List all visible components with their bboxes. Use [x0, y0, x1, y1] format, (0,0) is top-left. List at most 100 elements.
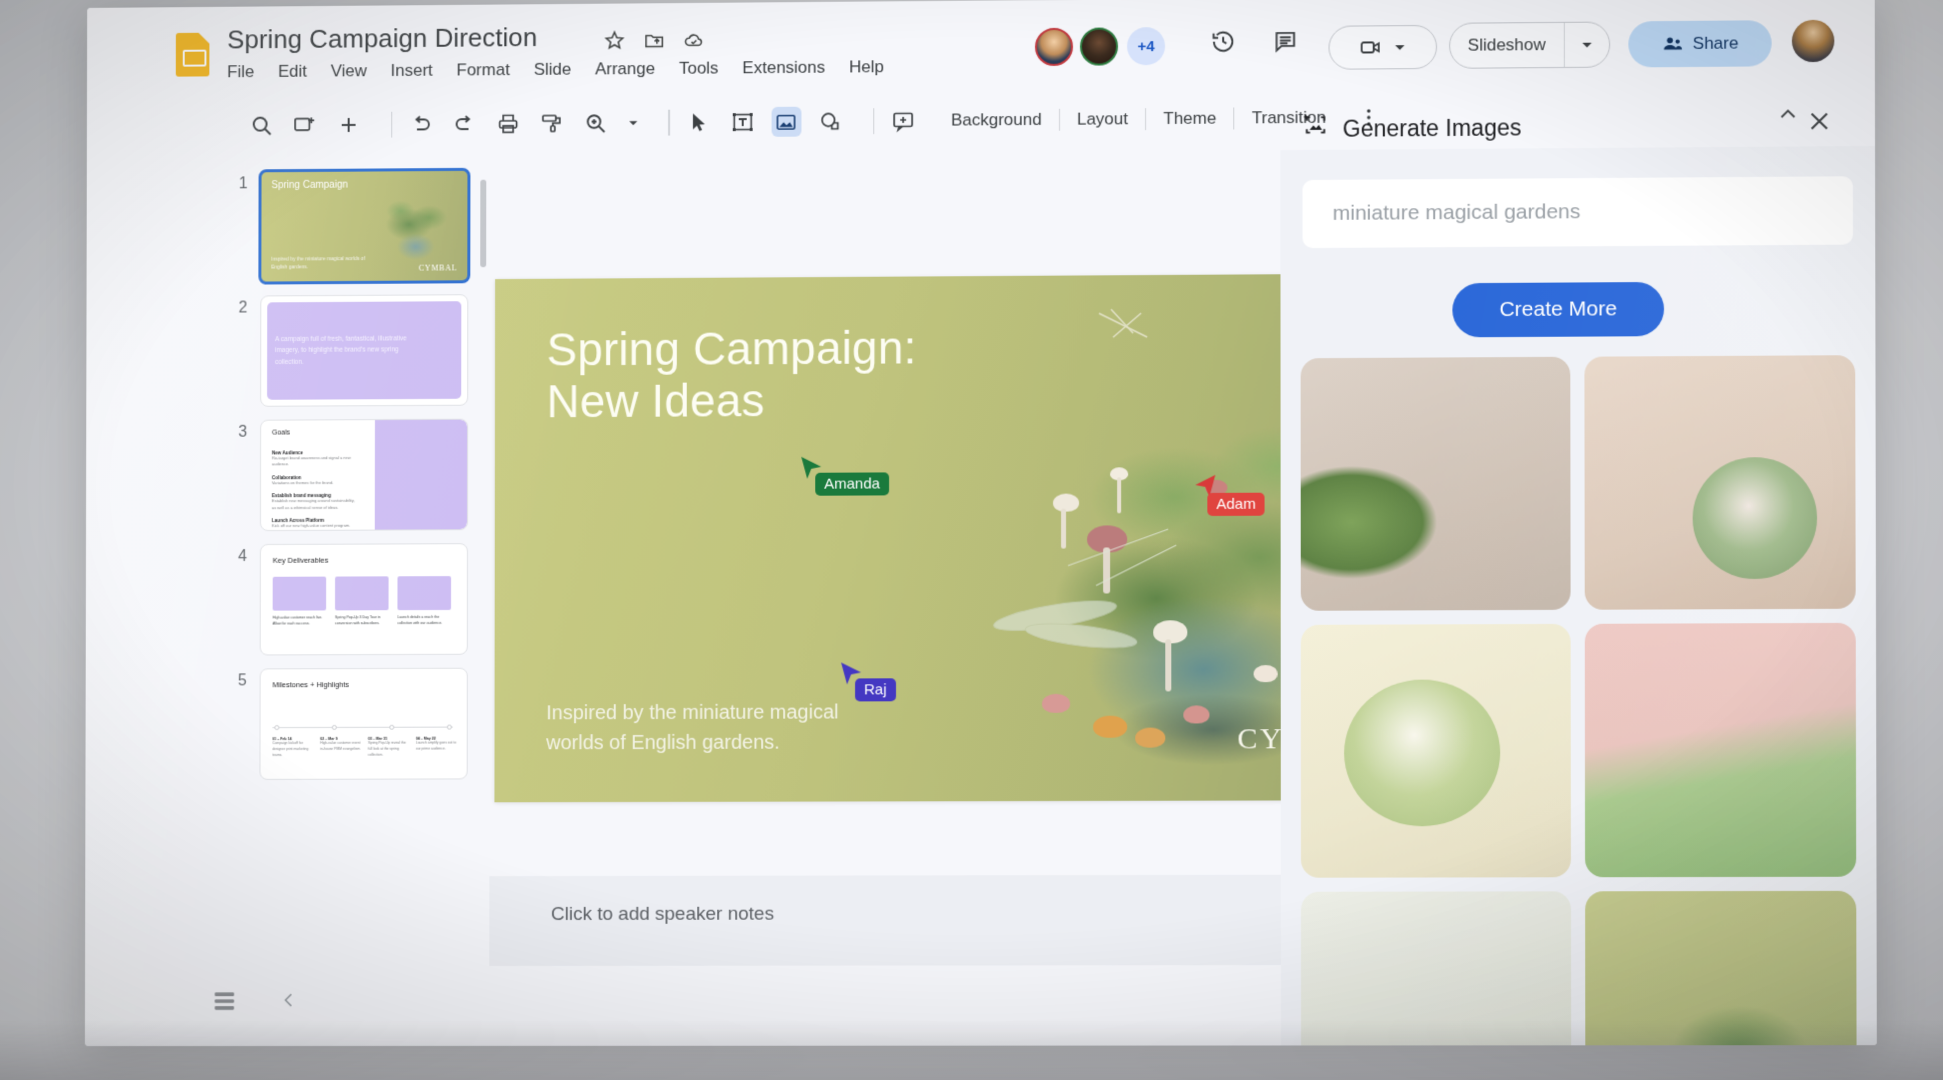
slide-thumbnail-1[interactable]: Spring Campaign Inspired by the miniatur… — [258, 168, 470, 285]
slide-number: 5 — [238, 672, 247, 690]
print-icon[interactable] — [494, 109, 524, 139]
menu-file[interactable]: File — [227, 62, 254, 82]
menu-arrange[interactable]: Arrange — [595, 59, 655, 79]
menu-edit[interactable]: Edit — [278, 62, 307, 82]
card-caption: Launch details a reach the collection wi… — [397, 614, 451, 626]
thumbnail-body: A campaign full of fresh, fantastical, i… — [275, 333, 422, 368]
plus-icon[interactable] — [334, 110, 364, 140]
cursor-label: Amanda — [815, 472, 889, 495]
generated-image-3[interactable] — [1301, 624, 1571, 878]
slide-thumbnail-4[interactable]: Key Deliverables High-value customer rea… — [260, 543, 468, 655]
select-cursor-icon[interactable] — [684, 107, 714, 137]
background-button[interactable]: Background — [934, 110, 1059, 131]
timeline-item: 03 – Mar 31 Spring Pop-Up reveal the ful… — [368, 737, 409, 758]
search-icon[interactable] — [247, 111, 277, 141]
slide-thumbnail-3[interactable]: Goals New Audience Re-target brand aware… — [260, 419, 468, 531]
close-icon[interactable] — [1806, 108, 1832, 134]
collaborator-cursor-amanda: Amanda — [799, 455, 823, 488]
share-button[interactable]: Share — [1628, 20, 1771, 67]
menu-view[interactable]: View — [331, 61, 367, 81]
theme-button[interactable]: Theme — [1146, 108, 1233, 129]
thumbnail-title: Milestones + Highlights — [272, 680, 349, 689]
document-title[interactable]: Spring Campaign Direction — [227, 22, 537, 55]
menu-slide[interactable]: Slide — [534, 60, 572, 80]
generate-images-panel: Generate Images miniature magical garden… — [1280, 146, 1876, 1046]
version-history-icon[interactable] — [1210, 28, 1236, 54]
undo-icon[interactable] — [406, 109, 436, 139]
generated-image-4[interactable] — [1585, 623, 1856, 877]
collaborator-avatar-2[interactable] — [1080, 27, 1118, 65]
timeline-dot — [447, 724, 452, 729]
generated-image-1[interactable] — [1301, 357, 1571, 611]
menu-insert[interactable]: Insert — [391, 61, 433, 81]
filmstrip-row: 1 Spring Campaign Inspired by the miniat… — [87, 166, 491, 291]
thumbnail-artwork — [366, 185, 461, 271]
star-icon[interactable] — [604, 29, 626, 51]
slide-title[interactable]: Spring Campaign: New Ideas — [547, 322, 917, 427]
timeline-dot — [389, 724, 394, 729]
timeline-text: Campaign kickoff for designer print mark… — [272, 741, 313, 758]
account-avatar[interactable] — [1792, 20, 1835, 62]
filmstrip-scrollbar[interactable] — [480, 180, 486, 268]
redo-icon[interactable] — [450, 109, 480, 139]
timeline-text: Launch amplify goes out to our prime aud… — [416, 741, 457, 753]
slide-filmstrip[interactable]: 1 Spring Campaign Inspired by the miniat… — [85, 156, 490, 967]
decor-mushroom — [1093, 716, 1127, 738]
thumbnail-image-block — [375, 420, 467, 530]
slideshow-button-group[interactable]: Slideshow — [1449, 21, 1610, 68]
grid-view-icon[interactable] — [212, 988, 238, 1014]
panel-title: Generate Images — [1343, 114, 1522, 142]
slide-thumbnail-2[interactable]: A campaign full of fresh, fantastical, i… — [260, 294, 468, 407]
deliverable-card: Launch details a reach the collection wi… — [397, 576, 451, 626]
decor-mushroom — [1135, 728, 1165, 748]
slide-title-line2: New Ideas — [547, 374, 917, 427]
deliverable-card: Spring Pop-Up 3 Day Tour in conversion w… — [335, 576, 389, 626]
collaborator-overflow-count[interactable]: +4 — [1127, 27, 1165, 65]
video-camera-icon — [1358, 35, 1382, 59]
join-meeting-button[interactable] — [1329, 25, 1438, 70]
comment-icon[interactable] — [1272, 28, 1298, 54]
create-more-button[interactable]: Create More — [1452, 282, 1664, 337]
thumbnail-brand: CYMBAL — [419, 263, 458, 272]
decor-mushroom — [1042, 694, 1070, 713]
slideshow-button[interactable]: Slideshow — [1450, 35, 1563, 56]
generated-image-2[interactable] — [1584, 355, 1855, 609]
generated-image-5[interactable] — [1301, 891, 1571, 1046]
speaker-notes-area[interactable]: Click to add speaker notes — [489, 875, 1281, 966]
slideshow-options-caret[interactable] — [1565, 37, 1609, 53]
generated-images-grid — [1301, 355, 1858, 1046]
filmstrip-row: 2 A campaign full of fresh, fantastical,… — [86, 290, 490, 415]
timeline-line — [272, 727, 452, 729]
item-detail: Variations on themes for the brand. — [272, 480, 359, 487]
move-to-folder-icon[interactable] — [643, 29, 665, 51]
collaborator-avatar-1[interactable] — [1035, 28, 1073, 66]
divider — [668, 110, 669, 136]
insert-image-icon[interactable] — [771, 107, 801, 137]
list-item: Collaboration Variations on themes for t… — [272, 475, 359, 487]
menu-extensions[interactable]: Extensions — [742, 58, 825, 79]
thumbnail-title: Spring Campaign — [271, 180, 347, 191]
text-box-icon[interactable] — [727, 107, 757, 137]
timeline-text: Spring Pop-Up reveal the full look at th… — [368, 741, 409, 758]
slide-subtitle[interactable]: Inspired by the miniature magical worlds… — [546, 697, 875, 758]
cloud-saved-icon[interactable] — [683, 29, 705, 51]
menu-tools[interactable]: Tools — [679, 59, 718, 79]
zoom-icon[interactable] — [581, 108, 611, 138]
google-slides-logo[interactable] — [176, 33, 210, 77]
zoom-caret-icon[interactable] — [625, 108, 643, 138]
thumbnail-title: Goals — [272, 430, 290, 437]
share-label: Share — [1693, 34, 1739, 54]
expand-notes-icon[interactable] — [279, 990, 299, 1010]
new-slide-icon[interactable] — [290, 110, 320, 140]
menu-format[interactable]: Format — [456, 60, 509, 80]
slide-thumbnail-5[interactable]: Milestones + Highlights 01 – Feb 14 Camp… — [259, 668, 467, 780]
paint-format-icon[interactable] — [537, 108, 567, 138]
timeline-item: 02 – Mar 9 High-value customer event in-… — [320, 737, 361, 758]
layout-button[interactable]: Layout — [1060, 109, 1145, 130]
comment-add-icon[interactable] — [888, 106, 918, 136]
generated-image-6[interactable] — [1585, 891, 1857, 1046]
prompt-input[interactable]: miniature magical gardens — [1303, 176, 1853, 248]
shape-icon[interactable] — [815, 106, 845, 136]
menu-bar: File Edit View Insert Format Slide Arran… — [227, 57, 884, 82]
menu-help[interactable]: Help — [849, 57, 884, 77]
